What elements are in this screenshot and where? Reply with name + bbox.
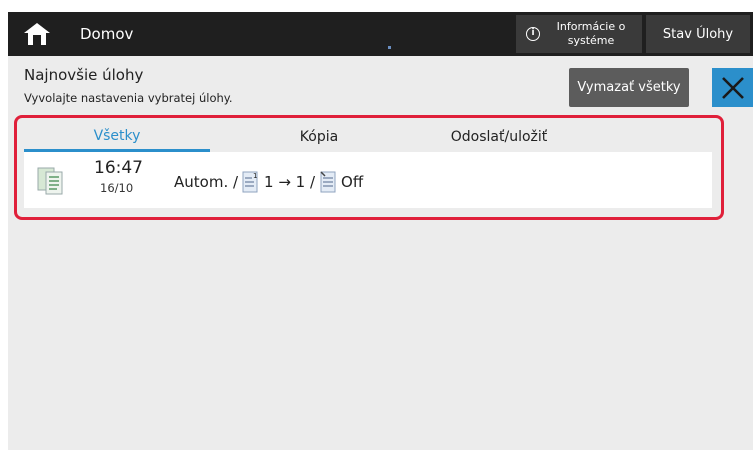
job-settings: Autom. / 1 1 → 1 / Off	[174, 169, 363, 195]
job-time: 16:47	[94, 158, 143, 178]
one-sided-original-icon: 1	[242, 171, 258, 193]
close-icon	[721, 76, 744, 99]
page-subtitle: Vyvolajte nastavenia vybratej úlohy.	[24, 91, 233, 105]
clear-all-button[interactable]: Vymazať všetky	[569, 68, 689, 107]
job-staple: Off	[341, 173, 364, 191]
close-button[interactable]	[712, 68, 753, 107]
home-button[interactable]	[8, 12, 66, 56]
screen-title: Domov	[80, 25, 134, 43]
top-bar: Domov i Informácie o systéme Stav Úlohy	[8, 12, 753, 56]
page-title: Najnovšie úlohy	[24, 66, 144, 84]
job-row[interactable]: 16:47 16/10 Autom. / 1 1 → 1 / Off	[24, 152, 712, 208]
staple-document-icon	[320, 171, 336, 193]
system-info-label: Informácie o systéme	[556, 20, 626, 47]
job-status-button[interactable]: Stav Úlohy	[646, 15, 750, 53]
home-icon	[24, 23, 50, 45]
job-mode: Autom. /	[174, 173, 239, 191]
copy-job-icon	[37, 167, 63, 195]
job-tabs: Všetky Kópia Odoslať/uložiť	[24, 122, 714, 152]
system-info-button[interactable]: i Informácie o systéme	[516, 15, 642, 53]
tab-copy[interactable]: Kópia	[234, 122, 404, 152]
app-frame: Domov i Informácie o systéme Stav Úlohy …	[8, 12, 753, 450]
tab-all[interactable]: Všetky	[24, 122, 210, 152]
svg-text:1: 1	[253, 172, 257, 180]
info-icon: i	[526, 27, 540, 41]
job-date: 16/10	[100, 181, 134, 195]
job-duplex: 1 → 1 /	[264, 173, 316, 191]
page-indicator-dot	[388, 46, 391, 49]
tab-send-save[interactable]: Odoslať/uložiť	[404, 122, 594, 152]
